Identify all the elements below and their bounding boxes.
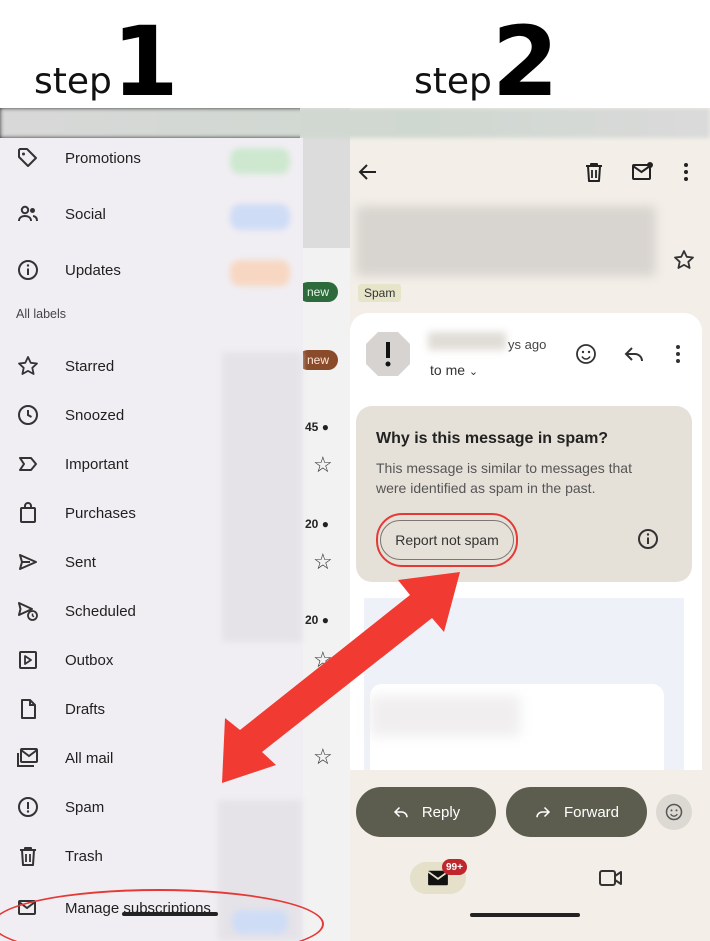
star-icon[interactable]: ☆: [313, 549, 333, 575]
drawer-item-label: Trash: [65, 847, 103, 865]
star-icon[interactable]: ☆: [313, 744, 333, 770]
drawer-item-label: Outbox: [65, 651, 114, 669]
step-2-word: step: [414, 60, 492, 102]
message-time: ys ago: [508, 337, 547, 352]
navigation-drawer: Promotions Social Updates All labels Sta…: [0, 138, 303, 941]
forward-button[interactable]: Forward: [506, 787, 647, 837]
star-icon[interactable]: ☆: [313, 647, 333, 673]
drawer-item-label: Spam: [65, 798, 105, 816]
drawer-item-outbox[interactable]: Outbox: [0, 640, 303, 680]
reply-icon[interactable]: [622, 342, 646, 366]
step-1-number: 1: [111, 6, 179, 118]
status-bar-blurred: [350, 108, 710, 138]
recipient-label: to me: [430, 362, 466, 378]
drawer-item-starred[interactable]: Starred: [0, 346, 303, 386]
star-icon[interactable]: [672, 248, 696, 272]
spam-icon: [18, 797, 38, 817]
forward-label: Forward: [563, 803, 619, 821]
unread-count-badge: 99+: [442, 859, 467, 875]
mail-time: 20 ●: [305, 517, 329, 531]
emoji-icon: [665, 803, 683, 821]
spam-message-screenshot: Spam ys ago to me ⌄ Why is this message …: [350, 108, 710, 941]
back-arrow-icon[interactable]: [356, 160, 380, 184]
new-badge: new: [298, 350, 338, 370]
sender-name-blurred: [428, 332, 506, 350]
message-body-blurred: [370, 696, 520, 736]
drawer-item-updates[interactable]: Updates: [0, 250, 303, 290]
mark-unread-icon[interactable]: [630, 160, 654, 184]
spam-reason-title: Why is this message in spam?: [376, 430, 609, 447]
reply-icon: [393, 806, 408, 818]
send-icon: [19, 554, 37, 570]
forward-icon: [536, 806, 551, 818]
more-options-icon[interactable]: [674, 160, 698, 184]
report-not-spam-highlight: [376, 513, 518, 567]
gmail-drawer-screenshot: new new 45 ● ☆ 20 ● ☆ 20 ● ☆ ☆ Promotion…: [0, 108, 350, 941]
star-icon[interactable]: ☆: [313, 452, 333, 478]
step-1-word: step: [34, 60, 112, 102]
drawer-item-label: Sent: [65, 553, 96, 571]
drawer-item-label: Updates: [65, 261, 121, 279]
drawer-item-important[interactable]: Important: [0, 444, 303, 484]
gesture-bar: [122, 912, 218, 916]
tag-icon: [18, 148, 37, 167]
drawer-item-label: Social: [65, 205, 106, 223]
drawer-item-promotions[interactable]: Promotions: [0, 138, 303, 178]
draft-icon: [21, 699, 36, 719]
drawer-item-purchases[interactable]: Purchases: [0, 493, 303, 533]
warning-avatar-icon: [366, 332, 410, 376]
important-icon: [19, 457, 37, 471]
star-icon: [18, 356, 38, 375]
info-icon[interactable]: [636, 527, 660, 551]
subject-blurred: [356, 206, 656, 276]
emoji-button[interactable]: [656, 794, 692, 830]
trash-icon: [20, 847, 36, 866]
reply-button[interactable]: Reply: [356, 787, 496, 837]
drawer-item-label: Purchases: [65, 504, 136, 522]
recipient-dropdown[interactable]: to me ⌄: [430, 362, 478, 378]
drawer-item-sent[interactable]: Sent: [0, 542, 303, 582]
emoji-react-icon[interactable]: [574, 342, 598, 366]
drawer-item-label: Snoozed: [65, 406, 125, 424]
step-2-number: 2: [491, 6, 559, 118]
meet-video-icon[interactable]: [598, 866, 624, 890]
delete-icon[interactable]: [582, 160, 606, 184]
spam-reason-body: This message is similar to messages that…: [376, 460, 632, 496]
mail-time: 45 ●: [305, 420, 329, 434]
all-labels-heading: All labels: [16, 307, 67, 321]
drawer-item-label: Drafts: [65, 700, 106, 718]
people-icon: [18, 205, 38, 222]
message-more-icon[interactable]: [666, 342, 690, 366]
drawer-item-spam[interactable]: Spam: [0, 787, 303, 827]
drawer-item-social[interactable]: Social: [0, 194, 303, 234]
step-2-heading: step 2: [414, 6, 559, 118]
new-badge: new: [298, 282, 338, 302]
drawer-item-trash[interactable]: Trash: [0, 836, 303, 876]
mail-time: 20 ●: [305, 613, 329, 627]
reply-label: Reply: [421, 803, 461, 821]
drawer-item-label: Promotions: [65, 149, 141, 167]
all-mail-icon: [17, 748, 38, 767]
drawer-item-label: Scheduled: [65, 602, 136, 620]
gesture-bar: [470, 913, 580, 917]
drawer-item-scheduled[interactable]: Scheduled: [0, 591, 303, 631]
drawer-item-label: All mail: [65, 749, 114, 767]
drawer-item-all-mail[interactable]: All mail: [0, 738, 303, 778]
step-1-heading: step 1: [34, 6, 179, 118]
drawer-item-snoozed[interactable]: Snoozed: [0, 395, 303, 435]
drawer-item-label: Important: [65, 455, 129, 473]
drawer-item-drafts[interactable]: Drafts: [0, 689, 303, 729]
outbox-icon: [19, 651, 37, 669]
clock-icon: [18, 405, 38, 425]
status-bar-blurred: [0, 108, 350, 138]
chevron-down-icon: ⌄: [468, 366, 479, 378]
shopping-bag-icon: [20, 502, 36, 523]
spam-label-chip[interactable]: Spam: [358, 284, 402, 302]
scheduled-send-icon: [18, 602, 38, 621]
info-icon: [18, 260, 38, 280]
drawer-item-label: Starred: [65, 357, 115, 375]
